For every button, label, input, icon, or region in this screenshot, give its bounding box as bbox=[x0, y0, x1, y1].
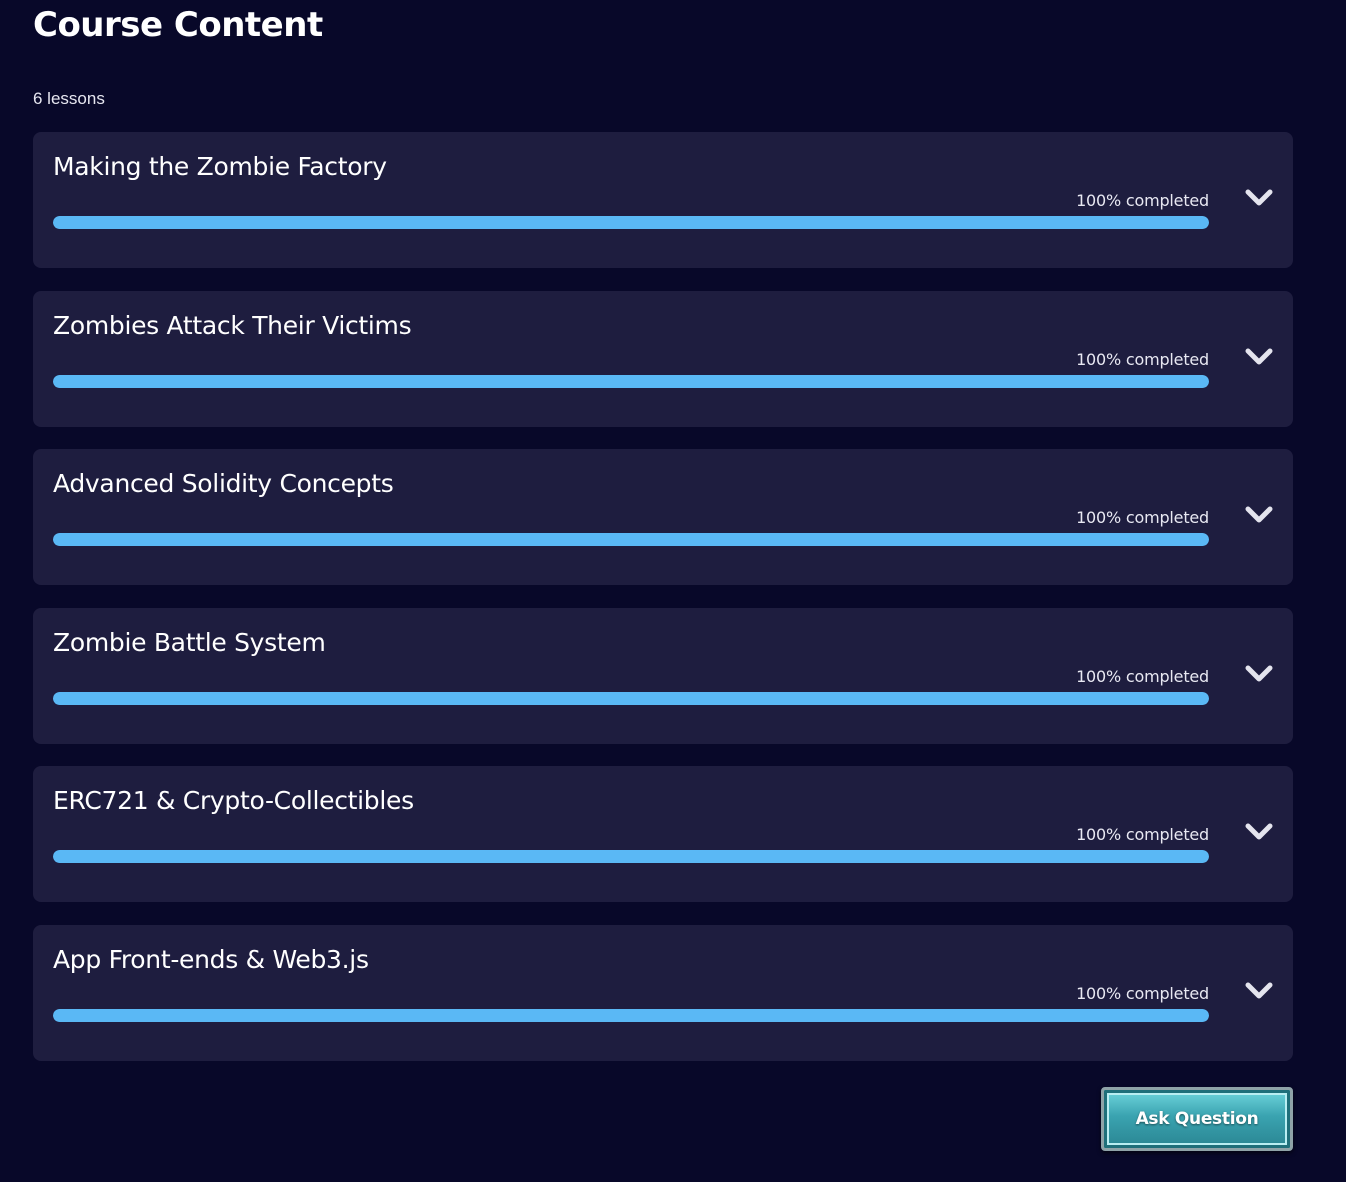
progress-label: 100% completed bbox=[1076, 349, 1209, 369]
lesson-list: Making the Zombie Factory 100% completed… bbox=[33, 132, 1293, 1083]
lesson-count: 6 lessons bbox=[33, 89, 105, 108]
progress-bar-fill bbox=[53, 691, 1209, 705]
lesson-title: Zombie Battle System bbox=[53, 627, 326, 657]
progress-label: 100% completed bbox=[1076, 191, 1209, 210]
progress-bar bbox=[53, 374, 1209, 388]
lesson-card[interactable]: Making the Zombie Factory 100% completed bbox=[33, 132, 1293, 268]
lesson-card[interactable]: App Front-ends & Web3.js 100% completed bbox=[33, 924, 1293, 1061]
chevron-down-icon[interactable] bbox=[1245, 505, 1273, 525]
progress-bar-fill bbox=[53, 1008, 1209, 1022]
progress-label: 100% completed bbox=[1076, 825, 1209, 844]
chevron-down-icon[interactable] bbox=[1245, 188, 1273, 208]
ask-question-label: Ask Question bbox=[1135, 1109, 1259, 1129]
lesson-card[interactable]: Zombies Attack Their Victims 100% comple… bbox=[33, 290, 1293, 427]
progress-bar-fill bbox=[53, 216, 1209, 229]
progress-bar-fill bbox=[53, 374, 1209, 388]
progress-bar-fill bbox=[53, 850, 1209, 863]
chevron-down-icon[interactable] bbox=[1245, 822, 1273, 842]
chevron-down-icon[interactable] bbox=[1245, 981, 1273, 1001]
lesson-title: Zombies Attack Their Victims bbox=[53, 310, 412, 340]
lesson-title: Making the Zombie Factory bbox=[53, 152, 387, 181]
progress-bar-fill bbox=[53, 533, 1209, 546]
chevron-down-icon[interactable] bbox=[1245, 664, 1273, 684]
progress-bar bbox=[53, 691, 1209, 705]
lesson-title: ERC721 & Crypto-Collectibles bbox=[53, 786, 414, 815]
lesson-title: Advanced Solidity Concepts bbox=[53, 469, 394, 498]
lesson-card[interactable]: Advanced Solidity Concepts 100% complete… bbox=[33, 449, 1293, 585]
progress-label: 100% completed bbox=[1076, 508, 1209, 527]
progress-bar bbox=[53, 216, 1209, 229]
progress-bar bbox=[53, 533, 1209, 546]
progress-bar bbox=[53, 1008, 1209, 1022]
progress-label: 100% completed bbox=[1076, 983, 1209, 1003]
progress-bar bbox=[53, 850, 1209, 863]
page-title: Course Content bbox=[33, 5, 323, 45]
lesson-card[interactable]: Zombie Battle System 100% completed bbox=[33, 607, 1293, 744]
progress-label: 100% completed bbox=[1076, 666, 1209, 686]
course-content-page: Course Content 6 lessons Making the Zomb… bbox=[0, 0, 1346, 1182]
lesson-card[interactable]: ERC721 & Crypto-Collectibles 100% comple… bbox=[33, 766, 1293, 902]
lesson-title: App Front-ends & Web3.js bbox=[53, 944, 369, 974]
chevron-down-icon[interactable] bbox=[1245, 347, 1273, 367]
ask-question-button[interactable]: Ask Question bbox=[1101, 1087, 1293, 1151]
